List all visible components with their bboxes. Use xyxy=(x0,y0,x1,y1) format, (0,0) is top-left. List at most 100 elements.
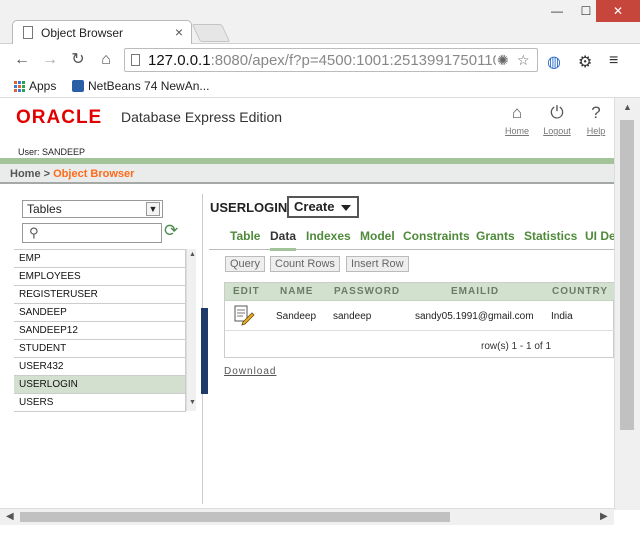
scroll-down-icon[interactable]: ▼ xyxy=(189,399,196,406)
query-button[interactable]: Query xyxy=(225,256,265,272)
apex-header: ORACLE Database Express Edition User: SA… xyxy=(0,98,614,158)
count-rows-button[interactable]: Count Rows xyxy=(270,256,340,272)
breadcrumb-home[interactable]: Home xyxy=(10,168,41,180)
tab-data[interactable]: Data xyxy=(270,229,297,251)
bookmark-apps[interactable]: Apps xyxy=(14,79,56,93)
breadcrumb-separator: > xyxy=(43,168,51,180)
product-name: Database Express Edition xyxy=(121,109,283,125)
list-item[interactable]: REGISTERUSER xyxy=(14,286,186,304)
cell-name: Sandeep xyxy=(276,311,317,322)
list-item[interactable]: USERS xyxy=(14,394,186,412)
chevron-down-icon: ▼ xyxy=(146,202,160,216)
power-icon: ⏻ xyxy=(550,103,564,122)
header-home-link[interactable]: ⌂ Home xyxy=(497,103,537,137)
tab-title: Object Browser xyxy=(41,26,124,40)
cell-country: India xyxy=(551,311,573,322)
splitter-handle[interactable] xyxy=(201,308,208,394)
tab-statistics[interactable]: Statistics xyxy=(524,229,577,243)
table-row: Sandeep sandeep sandy05.1991@gmail.com I… xyxy=(225,301,614,331)
list-item[interactable]: USER432 xyxy=(14,358,186,376)
download-link[interactable]: Download xyxy=(224,366,276,377)
object-list-scrollbar[interactable]: ▲ ▼ xyxy=(186,249,196,411)
menu-icon[interactable]: ≡ xyxy=(609,52,618,70)
new-tab-button[interactable] xyxy=(191,24,231,42)
list-item[interactable]: SANDEEP xyxy=(14,304,186,322)
tab-grants[interactable]: Grants xyxy=(476,229,515,243)
search-icon: ⚲ xyxy=(29,225,39,240)
house-icon: ⌂ xyxy=(511,103,523,122)
list-item[interactable]: USERLOGIN xyxy=(14,376,186,394)
back-arrow-icon[interactable]: ← xyxy=(12,50,32,70)
tab-close-icon[interactable]: × xyxy=(175,24,183,40)
page-horizontal-scrollbar[interactable]: ◀ ▶ xyxy=(0,508,614,525)
scrollbar-thumb[interactable] xyxy=(20,512,450,522)
object-type-select[interactable]: Tables ▼ xyxy=(22,200,163,218)
header-logout-link[interactable]: ⏻ Logout xyxy=(537,103,577,137)
page-content: ORACLE Database Express Edition User: SA… xyxy=(0,98,614,508)
list-item[interactable]: EMP xyxy=(14,250,186,268)
window-minimize-button[interactable]: — xyxy=(543,0,571,22)
gear-icon[interactable]: ⚙ xyxy=(578,52,592,72)
panel-splitter[interactable] xyxy=(201,194,208,504)
page-vertical-scrollbar[interactable]: ▲ xyxy=(614,98,640,510)
window-close-button[interactable]: ✕ xyxy=(596,0,640,22)
bookmarks-bar: Apps NetBeans 74 NewAn... xyxy=(0,76,640,98)
list-item[interactable]: SANDEEP12 xyxy=(14,322,186,340)
bookmark-netbeans[interactable]: NetBeans 74 NewAn... xyxy=(72,79,209,93)
extension-puzzle-icon[interactable]: ✺ xyxy=(497,52,509,69)
scrollbar-thumb[interactable] xyxy=(620,120,634,430)
page-icon xyxy=(131,54,140,66)
bookmark-label: Apps xyxy=(29,79,57,93)
scroll-right-icon[interactable]: ▶ xyxy=(600,511,608,522)
scroll-up-icon[interactable]: ▲ xyxy=(623,102,632,112)
cell-emailid: sandy05.1991@gmail.com xyxy=(415,311,534,322)
question-icon: ? xyxy=(591,103,601,122)
user-label: User: SANDEEP xyxy=(18,147,86,157)
object-search-input[interactable]: ⚲ xyxy=(22,223,162,243)
tab-indexes[interactable]: Indexes xyxy=(306,229,351,243)
object-tabs: Table Data Indexes Model Constraints Grants St… xyxy=(209,226,614,251)
breadcrumb-current: Object Browser xyxy=(53,168,135,180)
rows-info: row(s) 1 - 1 of 1 xyxy=(481,341,552,352)
column-header: EDIT xyxy=(233,286,260,297)
column-header: NAME xyxy=(280,286,314,297)
bookmark-label: NetBeans 74 NewAn... xyxy=(88,79,210,93)
list-item[interactable]: EMPLOYEES xyxy=(14,268,186,286)
scroll-left-icon[interactable]: ◀ xyxy=(6,511,14,522)
tab-constraints[interactable]: Constraints xyxy=(403,229,470,243)
list-item[interactable]: STUDENT xyxy=(14,340,186,358)
address-bar[interactable]: 127.0.0.1:8080/apex/f?p=4500:1001:251399… xyxy=(124,48,538,72)
browser-tab[interactable]: Object Browser × xyxy=(12,20,192,45)
refresh-icon[interactable]: ⟳ xyxy=(164,221,178,241)
column-header: PASSWORD xyxy=(334,286,401,297)
bookmark-star-icon[interactable]: ☆ xyxy=(517,52,530,69)
tab-table[interactable]: Table xyxy=(230,229,260,243)
grid-header: EDIT NAME PASSWORD EMAILID COUNTRY xyxy=(225,283,614,301)
forward-arrow-icon[interactable]: → xyxy=(40,50,60,70)
tab-model[interactable]: Model xyxy=(360,229,395,243)
breadcrumb: Home > Object Browser xyxy=(0,164,614,184)
header-help-link[interactable]: ? Help xyxy=(576,103,614,137)
url-text[interactable]: 127.0.0.1:8080/apex/f?p=4500:1001:251399… xyxy=(148,52,496,69)
apps-grid-icon xyxy=(14,80,25,92)
caret-down-icon xyxy=(341,205,351,211)
document-icon xyxy=(23,26,33,39)
object-list-panel: Tables ▼ ⚲ ⟳ EMP EMPLOYEES REGISTERUSER SAN… xyxy=(14,194,196,504)
create-button[interactable]: Create xyxy=(287,196,359,218)
oracle-logo: ORACLE xyxy=(16,107,103,128)
object-detail-panel: USERLOGIN Create Table Data Indexes Model Co… xyxy=(209,194,614,508)
insert-row-button[interactable]: Insert Row xyxy=(346,256,409,272)
data-grid: EDIT NAME PASSWORD EMAILID COUNTRY Sande… xyxy=(224,282,614,358)
netbeans-icon xyxy=(72,80,84,92)
reload-icon[interactable]: ↻ xyxy=(68,50,88,70)
browser-titlebar: Object Browser × — ☐ ✕ xyxy=(0,0,640,45)
edit-pencil-icon[interactable] xyxy=(233,304,255,326)
tab-ui-defaults[interactable]: UI Defaults xyxy=(585,229,614,243)
globe-icon[interactable]: ◍ xyxy=(547,52,561,72)
object-title: USERLOGIN xyxy=(210,200,288,215)
object-list: EMP EMPLOYEES REGISTERUSER SANDEEP SANDEEP12… xyxy=(14,249,186,412)
column-header: EMAILID xyxy=(451,286,500,297)
home-icon[interactable]: ⌂ xyxy=(96,50,116,70)
cell-password: sandeep xyxy=(333,311,372,322)
scroll-up-icon[interactable]: ▲ xyxy=(189,251,196,258)
